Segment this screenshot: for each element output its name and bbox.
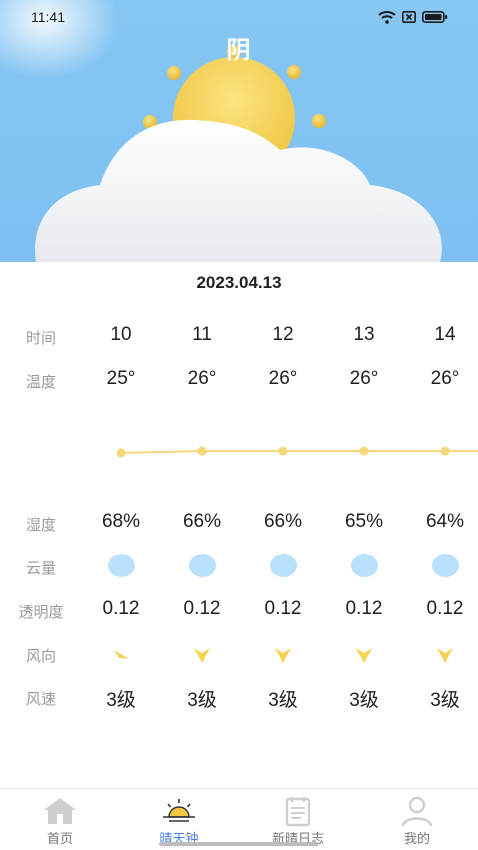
hour-cell: 11	[192, 324, 212, 345]
temperature-cell: 26°	[268, 368, 298, 389]
wind-arrow-south-icon	[437, 648, 453, 663]
humidity-cell: 64%	[425, 511, 465, 532]
nav-item-journal[interactable]: 新晴日志	[248, 789, 348, 847]
humidity-cell: 68%	[101, 511, 141, 532]
bottom-nav: 首页 晴天钟 新晴日志 我的	[0, 788, 478, 850]
temperature-cell: 26°	[349, 368, 379, 389]
humidity-cell: 65%	[344, 511, 384, 532]
sun-ray-dot	[312, 114, 326, 128]
temperature-point	[197, 446, 207, 456]
forecast-date: 2023.04.13	[196, 273, 282, 292]
temperature-point	[278, 446, 288, 456]
home-indicator	[159, 842, 319, 846]
humidity-cell: 66%	[263, 511, 303, 532]
hour-cell: 12	[272, 324, 294, 345]
cloud-amount-icon	[351, 554, 378, 577]
status-icons	[378, 10, 448, 24]
nav-label-profile: 我的	[403, 831, 430, 846]
row-label-humidity: 湿度	[25, 517, 56, 534]
temperature-cell: 26°	[187, 368, 217, 389]
status-time: 11:41	[31, 9, 65, 25]
sun-ray-dot	[167, 66, 181, 80]
status-bar: 11:41	[0, 0, 478, 34]
row-label-wind-direction: 风向	[25, 648, 56, 665]
wind-arrow-south-icon	[275, 648, 291, 663]
sunrise-icon	[163, 799, 195, 822]
wind-arrow-southwest-icon	[114, 650, 129, 659]
hour-cell: 14	[434, 324, 456, 345]
home-icon	[44, 798, 76, 824]
cloud-amount-icon	[108, 554, 135, 577]
cloud-amount-icon	[189, 554, 216, 577]
row-label-transparency: 透明度	[18, 604, 64, 621]
journal-icon	[285, 797, 311, 827]
nav-item-sun-clock[interactable]: 晴天钟	[129, 789, 229, 847]
cloud-shape	[35, 119, 442, 262]
row-label-wind-speed: 风速	[25, 691, 56, 708]
wind-speed-cell: 3级	[268, 690, 298, 711]
temperature-point	[440, 446, 450, 456]
wind-speed-cell: 3级	[187, 690, 217, 711]
sim-off-icon	[402, 11, 416, 23]
sun-ray-dot	[287, 65, 301, 79]
battery-icon	[422, 11, 448, 23]
row-label-time: 时间	[25, 330, 56, 347]
nav-item-profile[interactable]: 我的	[367, 789, 467, 847]
cloud-amount-icon	[432, 554, 459, 577]
transparency-cell: 0.12	[264, 598, 302, 619]
nav-label-home: 首页	[46, 831, 73, 846]
humidity-cell: 66%	[182, 511, 222, 532]
hour-cell: 13	[353, 324, 375, 345]
weather-hero: 11:41 阴	[0, 0, 478, 262]
transparency-cell: 0.12	[345, 598, 383, 619]
temperature-line	[120, 450, 478, 454]
row-label-cloud: 云量	[25, 560, 56, 577]
person-icon	[401, 796, 433, 827]
wind-speed-cell: 3级	[349, 690, 379, 711]
nav-item-home[interactable]: 首页	[10, 789, 110, 847]
wind-speed-cell: 3级	[430, 690, 460, 711]
row-label-temperature: 温度	[25, 374, 56, 391]
transparency-cell: 0.12	[183, 598, 221, 619]
wifi-icon	[378, 11, 396, 24]
transparency-cell: 0.12	[102, 598, 140, 619]
temperature-point	[116, 448, 126, 458]
transparency-cell: 0.12	[426, 598, 464, 619]
wind-arrow-south-icon	[356, 648, 372, 663]
hour-cell: 10	[110, 324, 132, 345]
temperature-cell: 26°	[430, 368, 460, 389]
cloud-amount-icon	[270, 554, 297, 577]
temperature-line-chart	[116, 446, 478, 458]
wind-arrow-south-icon	[194, 648, 210, 663]
temperature-point	[359, 446, 369, 456]
wind-speed-cell: 3级	[106, 690, 136, 711]
weather-condition: 阴	[226, 37, 252, 64]
temperature-cell: 25°	[106, 368, 136, 389]
